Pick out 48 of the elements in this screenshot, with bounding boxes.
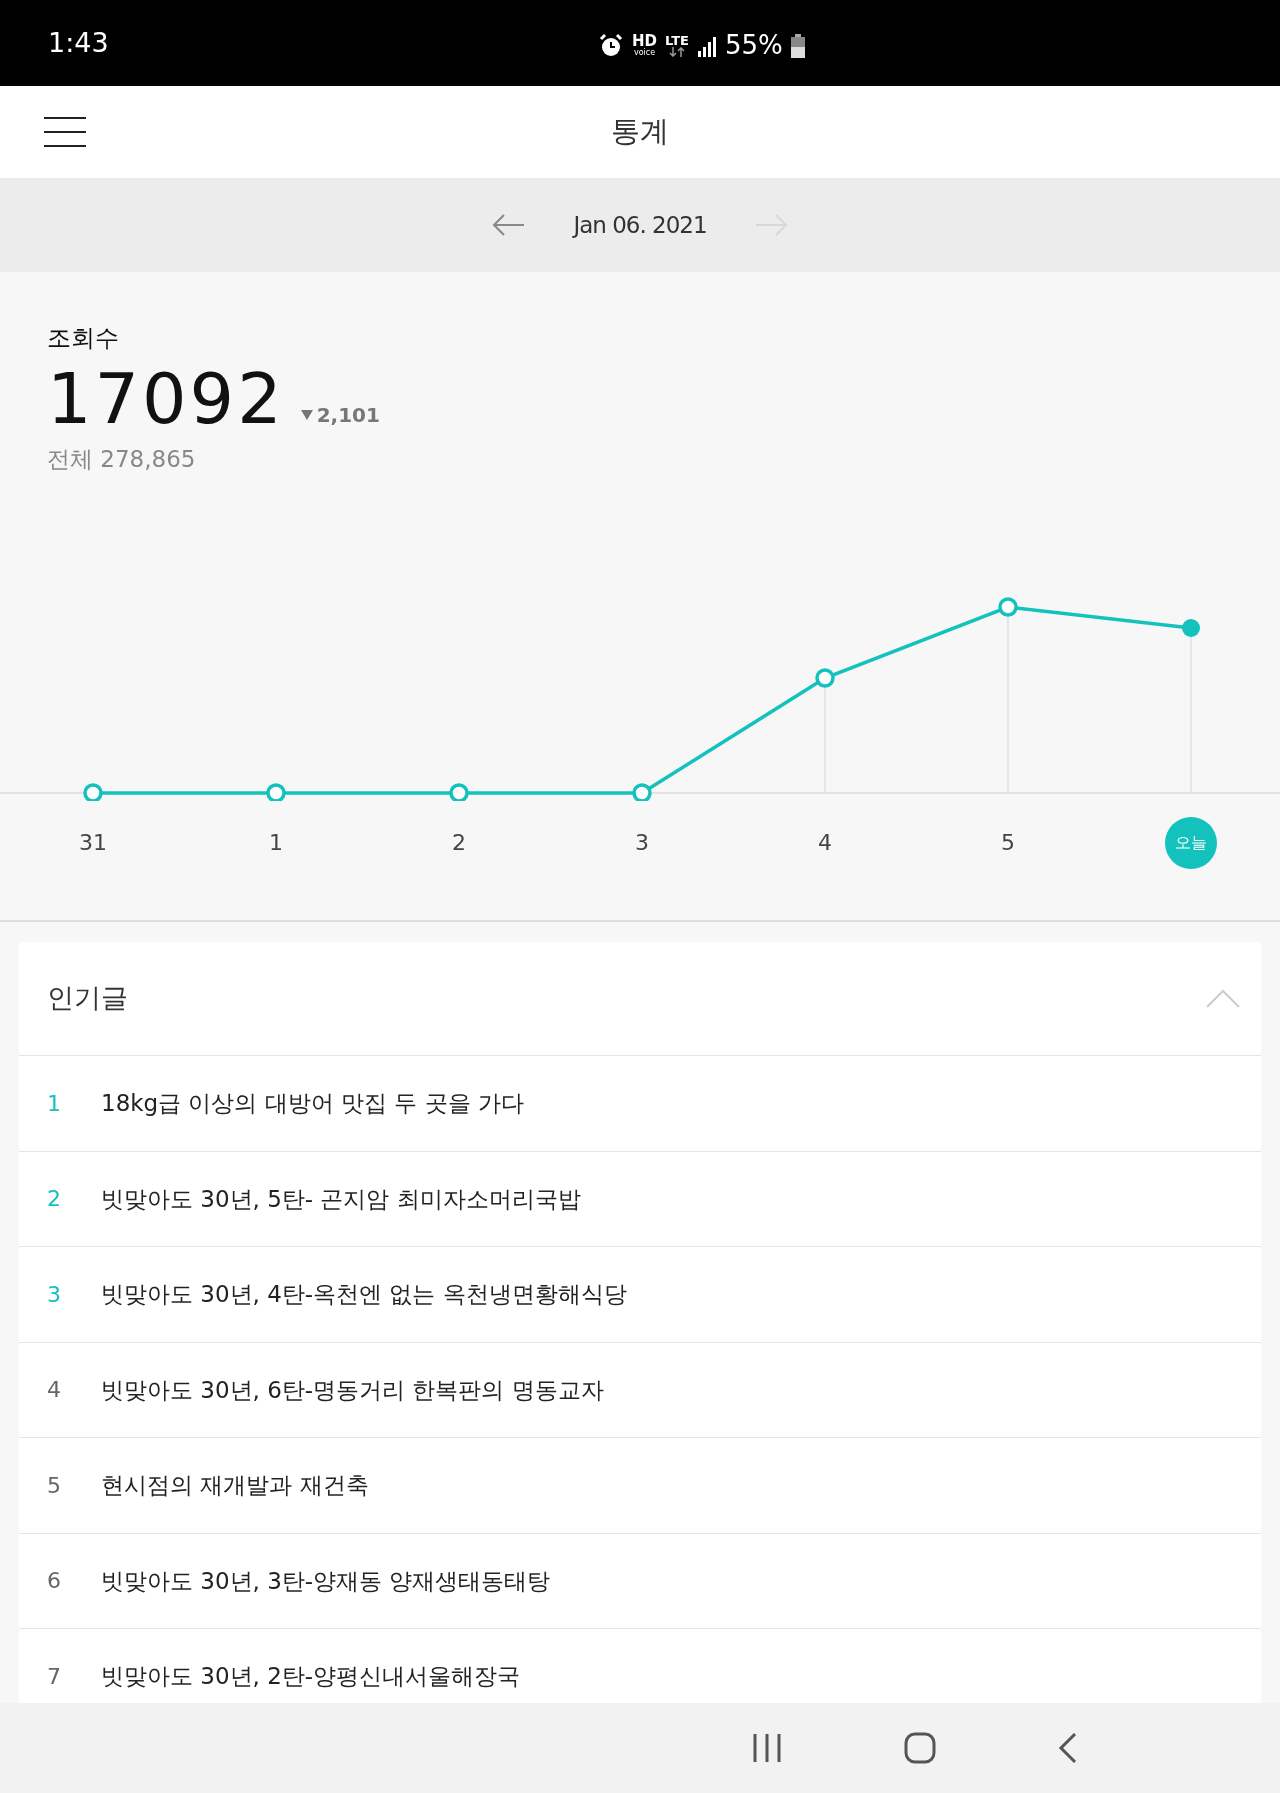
post-title-link[interactable]: 빗맞아도 30년, 2탄-양평신내서울해장국 xyxy=(101,1659,521,1694)
previous-arrow-icon[interactable] xyxy=(493,214,526,236)
rank-number: 2 xyxy=(47,1185,62,1214)
day-label[interactable]: 2 xyxy=(452,816,466,869)
data-point xyxy=(1182,618,1200,637)
day-label[interactable]: 4 xyxy=(818,816,832,869)
section-title: 인기글 xyxy=(47,981,128,1016)
back-icon[interactable] xyxy=(1058,1732,1078,1764)
down-triangle-icon xyxy=(300,410,313,420)
day-label[interactable]: 3 xyxy=(635,816,649,869)
day-label[interactable]: 31 xyxy=(79,816,107,869)
page-title: 통계 xyxy=(611,113,669,151)
rank-number: 6 xyxy=(47,1567,62,1596)
network-label: LTE xyxy=(665,34,689,47)
views-count: 17092 xyxy=(47,364,285,434)
post-title-link[interactable]: 빗맞아도 30년, 4탄-옥천엔 없는 옥천냉면황해식당 xyxy=(101,1277,627,1312)
day-label[interactable]: 1 xyxy=(269,816,283,869)
post-title-link[interactable]: 빗맞아도 30년, 5탄- 곤지암 최미자소머리국밥 xyxy=(101,1181,581,1216)
hd-label: HD xyxy=(632,34,657,49)
battery-icon xyxy=(790,33,805,58)
total-views: 전체 278,865 xyxy=(47,445,197,474)
data-point xyxy=(83,782,103,801)
recent-apps-icon[interactable] xyxy=(752,1734,782,1762)
post-title-link[interactable]: 현시점의 재개발과 재건축 xyxy=(101,1468,369,1503)
rank-number: 1 xyxy=(47,1089,62,1118)
views-label: 조회수 xyxy=(47,323,120,354)
home-icon[interactable] xyxy=(904,1732,936,1764)
data-point xyxy=(815,667,835,688)
post-title-link[interactable]: 빗맞아도 30년, 3탄-양재동 양재생태동태탕 xyxy=(101,1563,551,1598)
post-title-link[interactable]: 18kg급 이상의 대방어 맛집 두 곳을 가다 xyxy=(101,1086,525,1121)
data-arrows-icon xyxy=(668,47,685,57)
data-point xyxy=(998,596,1018,617)
clock-time: 1:43 xyxy=(48,25,109,60)
data-point xyxy=(449,782,469,801)
alarm-icon xyxy=(598,32,624,59)
signal-icon xyxy=(696,34,717,57)
date-label: Jan 06. 2021 xyxy=(573,210,707,240)
rank-number: 4 xyxy=(47,1376,62,1405)
day-label[interactable]: 5 xyxy=(1001,816,1015,869)
post-title-link[interactable]: 빗맞아도 30년, 6탄-명동거리 한복판의 명동교자 xyxy=(101,1372,604,1407)
data-point xyxy=(632,782,652,801)
rank-number: 3 xyxy=(47,1280,62,1309)
voice-label: voice xyxy=(633,49,656,57)
battery-percent: 55% xyxy=(724,29,783,62)
rank-number: 7 xyxy=(47,1662,62,1691)
data-point xyxy=(266,782,286,801)
rank-number: 5 xyxy=(47,1471,62,1500)
views-change: 2,101 xyxy=(316,402,380,429)
